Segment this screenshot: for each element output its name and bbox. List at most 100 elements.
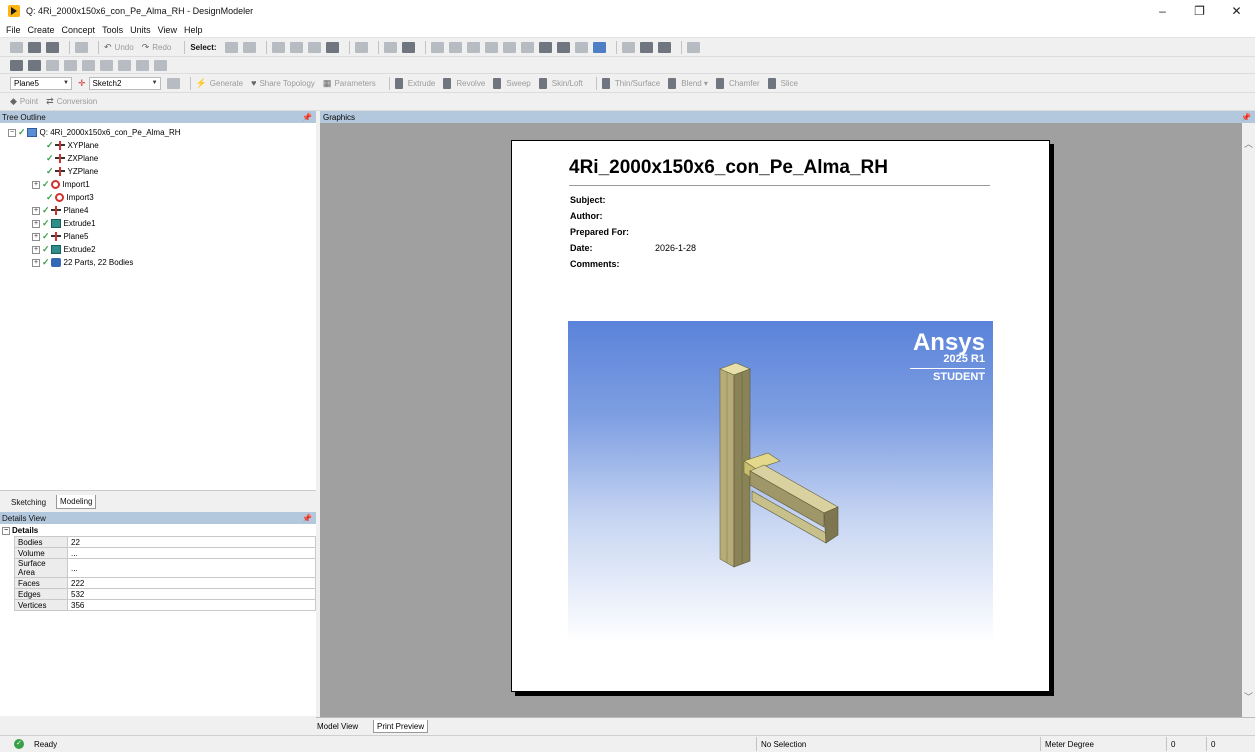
spline-tool-icon[interactable] — [100, 59, 113, 71]
new-sketch-icon[interactable] — [166, 77, 180, 89]
scroll-up-icon[interactable]: ︿ — [1244, 137, 1253, 150]
expand-icon[interactable]: + — [32, 206, 40, 215]
details-row[interactable]: Faces 222 — [14, 577, 316, 589]
menu-file[interactable]: File — [6, 25, 21, 35]
display-plane-icon[interactable] — [621, 41, 635, 53]
tab-sketching[interactable]: Sketching — [8, 495, 49, 509]
tree-item-xyplane[interactable]: ✓ XYPlane — [46, 140, 99, 151]
tree-item-zxplane[interactable]: ✓ ZXPlane — [46, 153, 98, 164]
extend-selection-icon[interactable] — [354, 41, 368, 53]
select-filter-icon[interactable] — [242, 41, 256, 53]
line-tool-icon[interactable] — [46, 59, 59, 71]
box-zoom-icon[interactable] — [484, 41, 498, 53]
skin-loft-button[interactable]: Skin/Loft — [552, 79, 583, 88]
new-plane-icon[interactable]: ✛ — [78, 78, 86, 89]
select-faces-icon[interactable] — [307, 41, 321, 53]
menu-tools[interactable]: Tools — [102, 25, 123, 35]
new-plane-icon[interactable] — [10, 59, 23, 71]
tab-model-view[interactable]: Model View — [314, 720, 361, 733]
share-topology-button[interactable]: Share Topology — [259, 79, 314, 88]
dimension-tool-icon[interactable] — [154, 59, 167, 71]
tab-modeling[interactable]: Modeling — [56, 495, 97, 509]
slice-button[interactable]: Slice — [781, 79, 798, 88]
tab-print-preview[interactable]: Print Preview — [373, 720, 429, 733]
tree-item-extrude1[interactable]: + ✓ Extrude1 — [32, 218, 96, 229]
select-edges-icon[interactable] — [289, 41, 303, 53]
menu-create[interactable]: Create — [28, 25, 55, 35]
export-icon[interactable] — [75, 41, 88, 53]
pan-icon[interactable] — [448, 41, 462, 53]
tree-item-import3[interactable]: ✓ Import3 — [46, 192, 94, 203]
parameters-button[interactable]: Parameters — [334, 79, 375, 88]
select-bodies-icon[interactable] — [325, 41, 339, 53]
tree-item-plane5[interactable]: + ✓ Plane5 — [32, 231, 88, 242]
box-select-icon[interactable] — [383, 41, 397, 53]
chamfer-button[interactable]: Chamfer — [729, 79, 760, 88]
menu-concept[interactable]: Concept — [62, 25, 96, 35]
tree-root[interactable]: − ✓ Q: 4Ri_2000x150x6_con_Pe_Alma_RH — [8, 127, 181, 138]
previous-view-icon[interactable] — [538, 41, 552, 53]
next-view-icon[interactable] — [556, 41, 570, 53]
box-select-mode-icon[interactable] — [401, 41, 415, 53]
select-mode-icon[interactable] — [224, 41, 238, 53]
save-icon[interactable] — [46, 41, 59, 53]
expand-icon[interactable]: + — [32, 180, 40, 189]
point-tool-icon[interactable] — [136, 59, 149, 71]
plane-select[interactable]: Plane5 ▼ — [10, 76, 72, 90]
tree-item-plane4[interactable]: + ✓ Plane4 — [32, 205, 88, 216]
sketch-select[interactable]: Sketch2 ▼ — [88, 76, 161, 90]
rotate-icon[interactable] — [430, 41, 444, 53]
zoom-icon[interactable] — [466, 41, 480, 53]
arc-tool-icon[interactable] — [82, 59, 95, 71]
expand-icon[interactable]: + — [32, 245, 40, 254]
pin-icon[interactable]: 📌 — [302, 113, 312, 122]
construction-tool-icon[interactable] — [118, 59, 131, 71]
polyline-tool-icon[interactable] — [64, 59, 77, 71]
extrude-button[interactable]: Extrude — [408, 79, 436, 88]
pin-icon[interactable]: 📌 — [1241, 113, 1251, 122]
display-mode-icon[interactable] — [657, 41, 671, 53]
expand-icon[interactable]: + — [32, 219, 40, 228]
close-button[interactable]: ✕ — [1218, 0, 1255, 22]
details-row[interactable]: Vertices 356 — [14, 599, 316, 611]
tree-item-yzplane[interactable]: ✓ YZPlane — [46, 166, 98, 177]
tree-item-parts[interactable]: + ✓ 22 Parts, 22 Bodies — [32, 257, 133, 268]
look-at-icon[interactable] — [686, 41, 700, 53]
details-row[interactable]: Surface Area... — [14, 558, 316, 578]
sweep-button[interactable]: Sweep — [506, 79, 530, 88]
undo-button[interactable]: Undo — [115, 43, 134, 52]
revolve-button[interactable]: Revolve — [456, 79, 485, 88]
magnify-icon[interactable] — [520, 41, 534, 53]
expand-icon[interactable]: + — [32, 258, 40, 267]
menu-view[interactable]: View — [158, 25, 177, 35]
collapse-icon[interactable]: − — [8, 128, 16, 137]
blend-button[interactable]: Blend ▾ — [681, 79, 708, 88]
generate-button[interactable]: Generate — [210, 79, 243, 88]
menu-units[interactable]: Units — [130, 25, 151, 35]
collapse-icon[interactable]: − — [2, 526, 10, 535]
display-model-icon[interactable] — [592, 41, 606, 53]
select-points-icon[interactable] — [271, 41, 285, 53]
pin-icon[interactable]: 📌 — [302, 514, 312, 523]
point-button[interactable]: Point — [20, 97, 38, 106]
details-row[interactable]: Edges 532 — [14, 588, 316, 600]
iso-view-icon[interactable] — [574, 41, 588, 53]
menu-help[interactable]: Help — [184, 25, 203, 35]
scroll-down-icon[interactable]: ﹀ — [1244, 690, 1253, 703]
maximize-button[interactable]: ❐ — [1181, 0, 1218, 22]
tree-item-extrude2[interactable]: + ✓ Extrude2 — [32, 244, 96, 255]
details-row[interactable]: Volume... — [14, 547, 316, 559]
details-group[interactable]: − Details — [2, 526, 38, 535]
new-icon[interactable] — [10, 41, 23, 53]
vertical-scrollbar[interactable]: ︿ ﹀ — [1242, 123, 1255, 717]
zoom-to-fit-icon[interactable] — [502, 41, 516, 53]
display-points-icon[interactable] — [639, 41, 653, 53]
thin-surface-button[interactable]: Thin/Surface — [615, 79, 660, 88]
expand-icon[interactable]: + — [32, 232, 40, 241]
details-row[interactable]: Bodies 22 — [14, 536, 316, 548]
minimize-button[interactable]: – — [1144, 0, 1181, 22]
new-sketch-icon[interactable] — [28, 59, 41, 71]
redo-button[interactable]: Redo — [152, 43, 171, 52]
status-units[interactable]: Meter Degree — [1040, 737, 1166, 751]
tree-item-import1[interactable]: + ✓ Import1 — [32, 179, 90, 190]
